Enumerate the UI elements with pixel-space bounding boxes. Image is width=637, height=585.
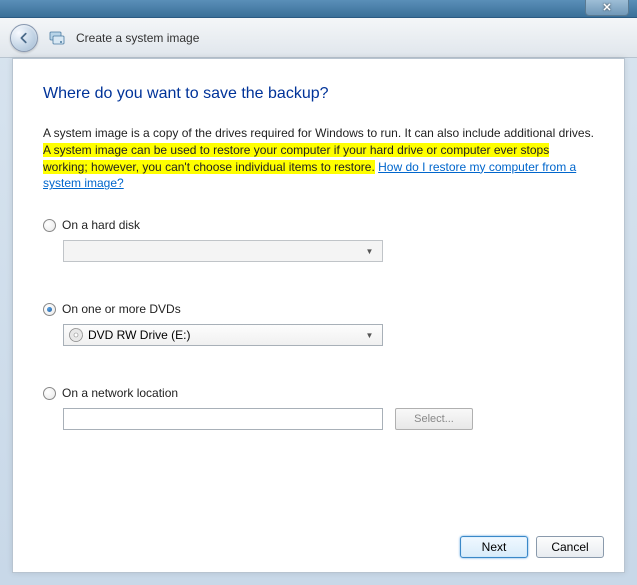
label-network[interactable]: On a network location bbox=[62, 386, 178, 400]
description-text: A system image is a copy of the drives r… bbox=[43, 125, 594, 192]
window-title: Create a system image bbox=[76, 31, 199, 45]
option-dvd: On one or more DVDs DVD RW Drive (E:) ▼ bbox=[43, 302, 594, 346]
label-hard-disk[interactable]: On a hard disk bbox=[62, 218, 140, 232]
next-button[interactable]: Next bbox=[460, 536, 528, 558]
radio-network[interactable] bbox=[43, 387, 56, 400]
back-button[interactable] bbox=[10, 24, 38, 52]
combo-dvd-value: DVD RW Drive (E:) bbox=[88, 328, 361, 342]
radio-hard-disk[interactable] bbox=[43, 219, 56, 232]
radio-dvd[interactable] bbox=[43, 303, 56, 316]
desc-part1: A system image is a copy of the drives r… bbox=[43, 126, 594, 140]
back-arrow-icon bbox=[17, 31, 31, 45]
option-network: On a network location Select... bbox=[43, 386, 594, 430]
wizard-header: Create a system image bbox=[0, 18, 637, 58]
close-icon: ✕ bbox=[602, 1, 611, 14]
network-path-input[interactable] bbox=[63, 408, 383, 430]
chevron-down-icon: ▼ bbox=[361, 325, 378, 345]
content-area: Where do you want to save the backup? A … bbox=[12, 58, 625, 573]
combo-hard-disk: ▼ bbox=[63, 240, 383, 262]
label-dvd[interactable]: On one or more DVDs bbox=[62, 302, 181, 316]
option-hard-disk: On a hard disk ▼ bbox=[43, 218, 594, 262]
chevron-down-icon: ▼ bbox=[361, 241, 378, 261]
disc-icon bbox=[68, 327, 84, 343]
titlebar: ✕ bbox=[0, 0, 637, 18]
close-button[interactable]: ✕ bbox=[585, 0, 629, 16]
select-location-button[interactable]: Select... bbox=[395, 408, 473, 430]
footer-buttons: Next Cancel bbox=[460, 536, 604, 558]
combo-dvd[interactable]: DVD RW Drive (E:) ▼ bbox=[63, 324, 383, 346]
page-heading: Where do you want to save the backup? bbox=[43, 85, 594, 103]
system-image-icon bbox=[48, 29, 66, 47]
cancel-button[interactable]: Cancel bbox=[536, 536, 604, 558]
